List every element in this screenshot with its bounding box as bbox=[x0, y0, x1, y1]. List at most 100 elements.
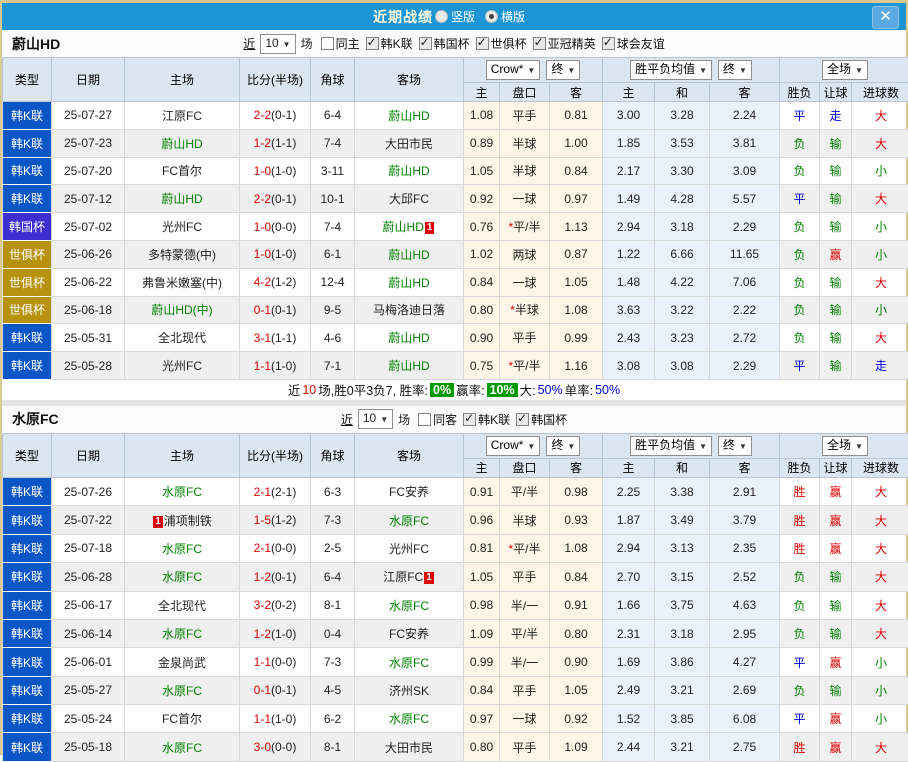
team-section-2: 水原FC近10▼场同客韩K联韩国杯类型日期主场比分(半场)角球客场Crow*▼终… bbox=[2, 406, 906, 762]
full-time-score: 1-2 bbox=[254, 136, 271, 150]
away-team: 马梅洛迪日落 bbox=[373, 303, 445, 317]
cell-date: 25-06-28 bbox=[52, 563, 125, 591]
cell-away-team: 蔚山HD bbox=[355, 268, 464, 296]
odds-company-select[interactable]: Crow*▼ bbox=[486, 60, 541, 80]
cell-away-handicap-odds: 1.16 bbox=[550, 352, 603, 380]
scope-select[interactable]: 全场▼ bbox=[822, 436, 868, 456]
header-select-group-2: 胜平负均值▼ 终▼ bbox=[603, 433, 780, 458]
cell-win-avg: 1.52 bbox=[603, 705, 655, 733]
dropdown-arrow-icon: ▼ bbox=[739, 442, 747, 451]
cell-corners: 6-4 bbox=[311, 563, 355, 591]
full-time-score: 2-2 bbox=[254, 108, 271, 122]
cell-home-team: 全北现代 bbox=[125, 324, 240, 352]
cell-result: 负 bbox=[780, 563, 820, 591]
home-team-name: 蔚山HD bbox=[161, 192, 202, 206]
team-name: 水原FC bbox=[12, 409, 59, 429]
cell-home-handicap-odds: 0.92 bbox=[464, 185, 500, 213]
cell-handicap-line: 半球 bbox=[500, 157, 550, 185]
near-link[interactable]: 近 bbox=[341, 411, 353, 428]
big-label: 大: bbox=[520, 380, 536, 399]
cell-corners: 6-4 bbox=[311, 102, 355, 130]
col-header-draw-avg: 和 bbox=[655, 83, 710, 102]
cell-draw-avg: 3.22 bbox=[655, 296, 710, 324]
league-checkbox[interactable] bbox=[476, 37, 489, 50]
cell-home-team: 蔚山HD bbox=[125, 185, 240, 213]
full-time-score: 2-2 bbox=[254, 192, 271, 206]
cell-score: 1-0(1-0) bbox=[240, 157, 311, 185]
full-time-score: 1-2 bbox=[254, 627, 271, 641]
cell-away-handicap-odds: 0.91 bbox=[550, 591, 603, 619]
half-time-score: (1-0) bbox=[271, 247, 296, 261]
same-venue-checkbox[interactable] bbox=[418, 413, 431, 426]
away-team-name: 水原FC bbox=[389, 656, 429, 670]
final-select-2[interactable]: 终▼ bbox=[718, 60, 752, 80]
home-team: 江原FC bbox=[162, 109, 202, 123]
radio-vertical[interactable]: 竖版 bbox=[435, 8, 475, 25]
cell-result: 负 bbox=[780, 591, 820, 619]
avg-select[interactable]: 胜平负均值▼ bbox=[630, 60, 712, 80]
half-time-score: (0-1) bbox=[271, 303, 296, 317]
cell-handicap-result: 输 bbox=[820, 157, 852, 185]
cell-score: 4-2(1-2) bbox=[240, 268, 311, 296]
same-venue-checkbox[interactable] bbox=[321, 37, 334, 50]
match-row: 世俱杯25-06-22弗鲁米嫩塞(中)4-2(1-2)12-4蔚山HD0.84一… bbox=[3, 268, 908, 296]
cell-draw-avg: 3.21 bbox=[655, 733, 710, 761]
final-select-1[interactable]: 终▼ bbox=[546, 436, 580, 456]
league-checkbox[interactable] bbox=[463, 413, 476, 426]
match-count-select[interactable]: 10▼ bbox=[260, 34, 295, 54]
radio-icon bbox=[485, 10, 498, 23]
cell-lose-avg: 5.57 bbox=[710, 185, 780, 213]
col-header-type: 类型 bbox=[3, 433, 52, 477]
cell-lose-avg: 2.22 bbox=[710, 296, 780, 324]
cell-goals: 小 bbox=[852, 648, 908, 676]
scope-select[interactable]: 全场▼ bbox=[822, 60, 868, 80]
col-header-goals: 进球数 bbox=[852, 458, 908, 477]
cell-away-team: 济州SK bbox=[355, 676, 464, 704]
cell-handicap-result: 输 bbox=[820, 268, 852, 296]
home-team-name: 蔚山HD bbox=[161, 137, 202, 151]
cell-goals: 大 bbox=[852, 102, 908, 130]
away-team: 水原FC bbox=[389, 656, 429, 670]
cell-goals: 大 bbox=[852, 733, 908, 761]
cell-home-team: 光州FC bbox=[125, 352, 240, 380]
final-select-1[interactable]: 终▼ bbox=[546, 60, 580, 80]
league-checkbox[interactable] bbox=[533, 37, 546, 50]
col-header-draw-avg: 和 bbox=[655, 458, 710, 477]
cell-goals: 小 bbox=[852, 676, 908, 704]
cell-home-handicap-odds: 1.05 bbox=[464, 563, 500, 591]
league-checkbox[interactable] bbox=[516, 413, 529, 426]
winrate-label: 赢率: bbox=[456, 380, 484, 399]
cell-type: 韩K联 bbox=[3, 352, 52, 380]
full-time-score: 1-1 bbox=[254, 655, 271, 669]
cell-home-handicap-odds: 0.80 bbox=[464, 733, 500, 761]
match-count-select[interactable]: 10▼ bbox=[358, 409, 393, 429]
same-venue-label: 同主 bbox=[336, 35, 360, 52]
avg-select[interactable]: 胜平负均值▼ bbox=[630, 436, 712, 456]
near-link[interactable]: 近 bbox=[243, 35, 255, 52]
cell-home-team: 光州FC bbox=[125, 213, 240, 241]
cell-home-handicap-odds: 0.97 bbox=[464, 705, 500, 733]
radio-horizontal[interactable]: 横版 bbox=[485, 8, 525, 25]
cell-draw-avg: 3.85 bbox=[655, 705, 710, 733]
cell-score: 1-1(1-0) bbox=[240, 352, 311, 380]
home-team-name: 光州FC bbox=[162, 359, 202, 373]
cell-handicap-result: 输 bbox=[820, 619, 852, 647]
cell-away-team: 蔚山HD bbox=[355, 324, 464, 352]
cell-away-team: 蔚山HD1 bbox=[355, 213, 464, 241]
league-checkbox[interactable] bbox=[602, 37, 615, 50]
header-row-1: 类型日期主场比分(半场)角球客场Crow*▼终▼胜平负均值▼终▼全场▼ bbox=[3, 58, 908, 83]
close-button[interactable]: ✕ bbox=[872, 6, 899, 29]
cell-home-handicap-odds: 0.91 bbox=[464, 477, 500, 505]
cell-score: 3-2(0-2) bbox=[240, 591, 311, 619]
cell-type: 世俱杯 bbox=[3, 268, 52, 296]
odds-company-select[interactable]: Crow*▼ bbox=[486, 436, 541, 456]
final-select-2[interactable]: 终▼ bbox=[718, 436, 752, 456]
layout-radio-group: 竖版横版 bbox=[435, 8, 535, 25]
league-checkbox[interactable] bbox=[366, 37, 379, 50]
cell-type: 韩K联 bbox=[3, 733, 52, 761]
match-row: 世俱杯25-06-26多特蒙德(中)1-0(1-0)6-1蔚山HD1.02两球0… bbox=[3, 240, 908, 268]
cell-corners: 7-1 bbox=[311, 352, 355, 380]
league-checkbox[interactable] bbox=[419, 37, 432, 50]
home-team: 蔚山HD bbox=[161, 192, 202, 206]
away-team: 大田市民 bbox=[385, 741, 433, 755]
